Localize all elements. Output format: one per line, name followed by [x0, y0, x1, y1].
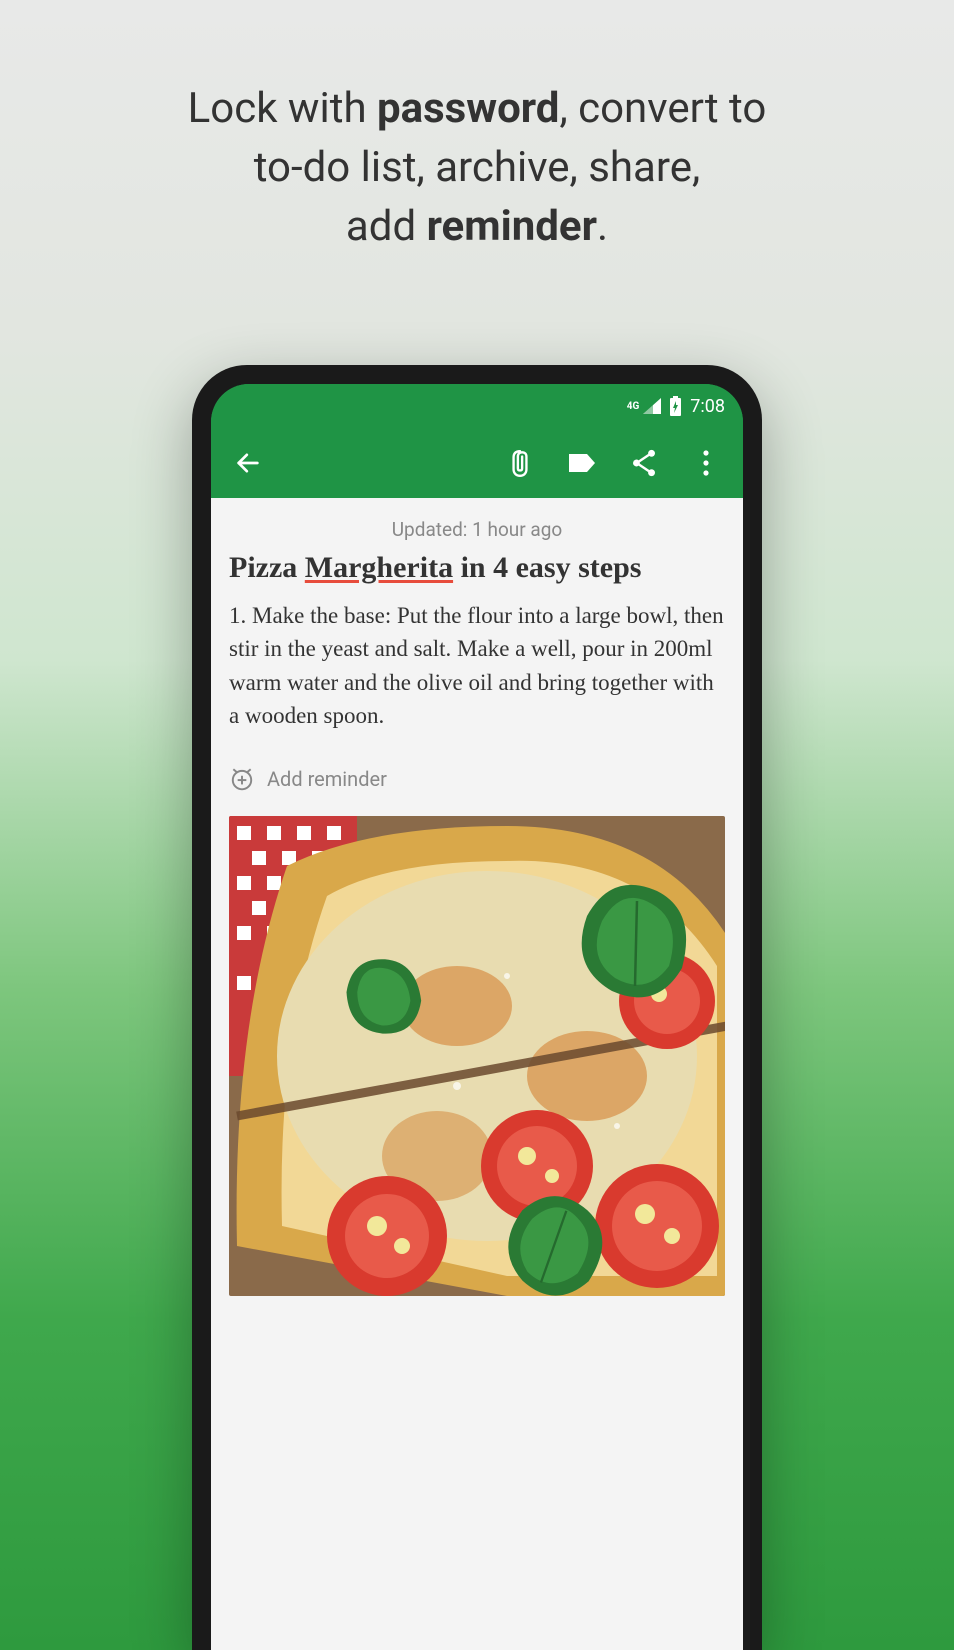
promo-text: Lock with	[188, 84, 377, 133]
updated-label: Updated: 1 hour ago	[229, 512, 725, 547]
pizza-illustration	[229, 816, 725, 1296]
note-image[interactable]	[229, 816, 725, 1296]
phone-screen: 4G 7:08 Updated: 1 hour ago	[211, 384, 743, 1650]
signal-icon	[643, 398, 661, 414]
paperclip-icon	[507, 448, 533, 478]
clock-label: 7:08	[690, 396, 725, 417]
back-arrow-icon	[234, 449, 262, 477]
note-content-area: Updated: 1 hour ago Pizza Margherita in …	[211, 498, 743, 1650]
phone-frame: 4G 7:08 Updated: 1 hour ago	[192, 365, 762, 1650]
promo-text: , convert to	[559, 84, 766, 133]
status-bar: 4G 7:08	[211, 384, 743, 428]
back-button[interactable]	[221, 436, 275, 490]
battery-icon	[669, 396, 682, 416]
share-icon	[631, 449, 657, 477]
promo-headline: Lock with password, convert to to-do lis…	[0, 0, 954, 256]
attachment-button[interactable]	[493, 436, 547, 490]
note-title-text: in 4 easy steps	[453, 551, 641, 584]
tag-icon	[567, 452, 597, 474]
note-title-text: Pizza	[229, 551, 305, 584]
promo-text: to-do list, archive, share,	[254, 143, 701, 192]
promo-text: .	[597, 202, 608, 251]
share-button[interactable]	[617, 436, 671, 490]
more-vert-icon	[703, 450, 709, 476]
promo-text-bold: reminder	[427, 202, 597, 251]
overflow-menu-button[interactable]	[679, 436, 733, 490]
promo-text: add	[346, 202, 427, 251]
app-toolbar	[211, 428, 743, 498]
tag-button[interactable]	[555, 436, 609, 490]
reminder-plus-icon	[229, 766, 255, 792]
note-body[interactable]: 1. Make the base: Put the flour into a l…	[229, 599, 725, 752]
add-reminder-label: Add reminder	[267, 767, 387, 791]
note-title-underlined: Margherita	[305, 551, 453, 584]
network-label: 4G	[627, 401, 640, 412]
promo-text-bold: password	[377, 84, 559, 133]
note-title[interactable]: Pizza Margherita in 4 easy steps	[229, 547, 725, 599]
add-reminder-button[interactable]: Add reminder	[229, 752, 725, 816]
